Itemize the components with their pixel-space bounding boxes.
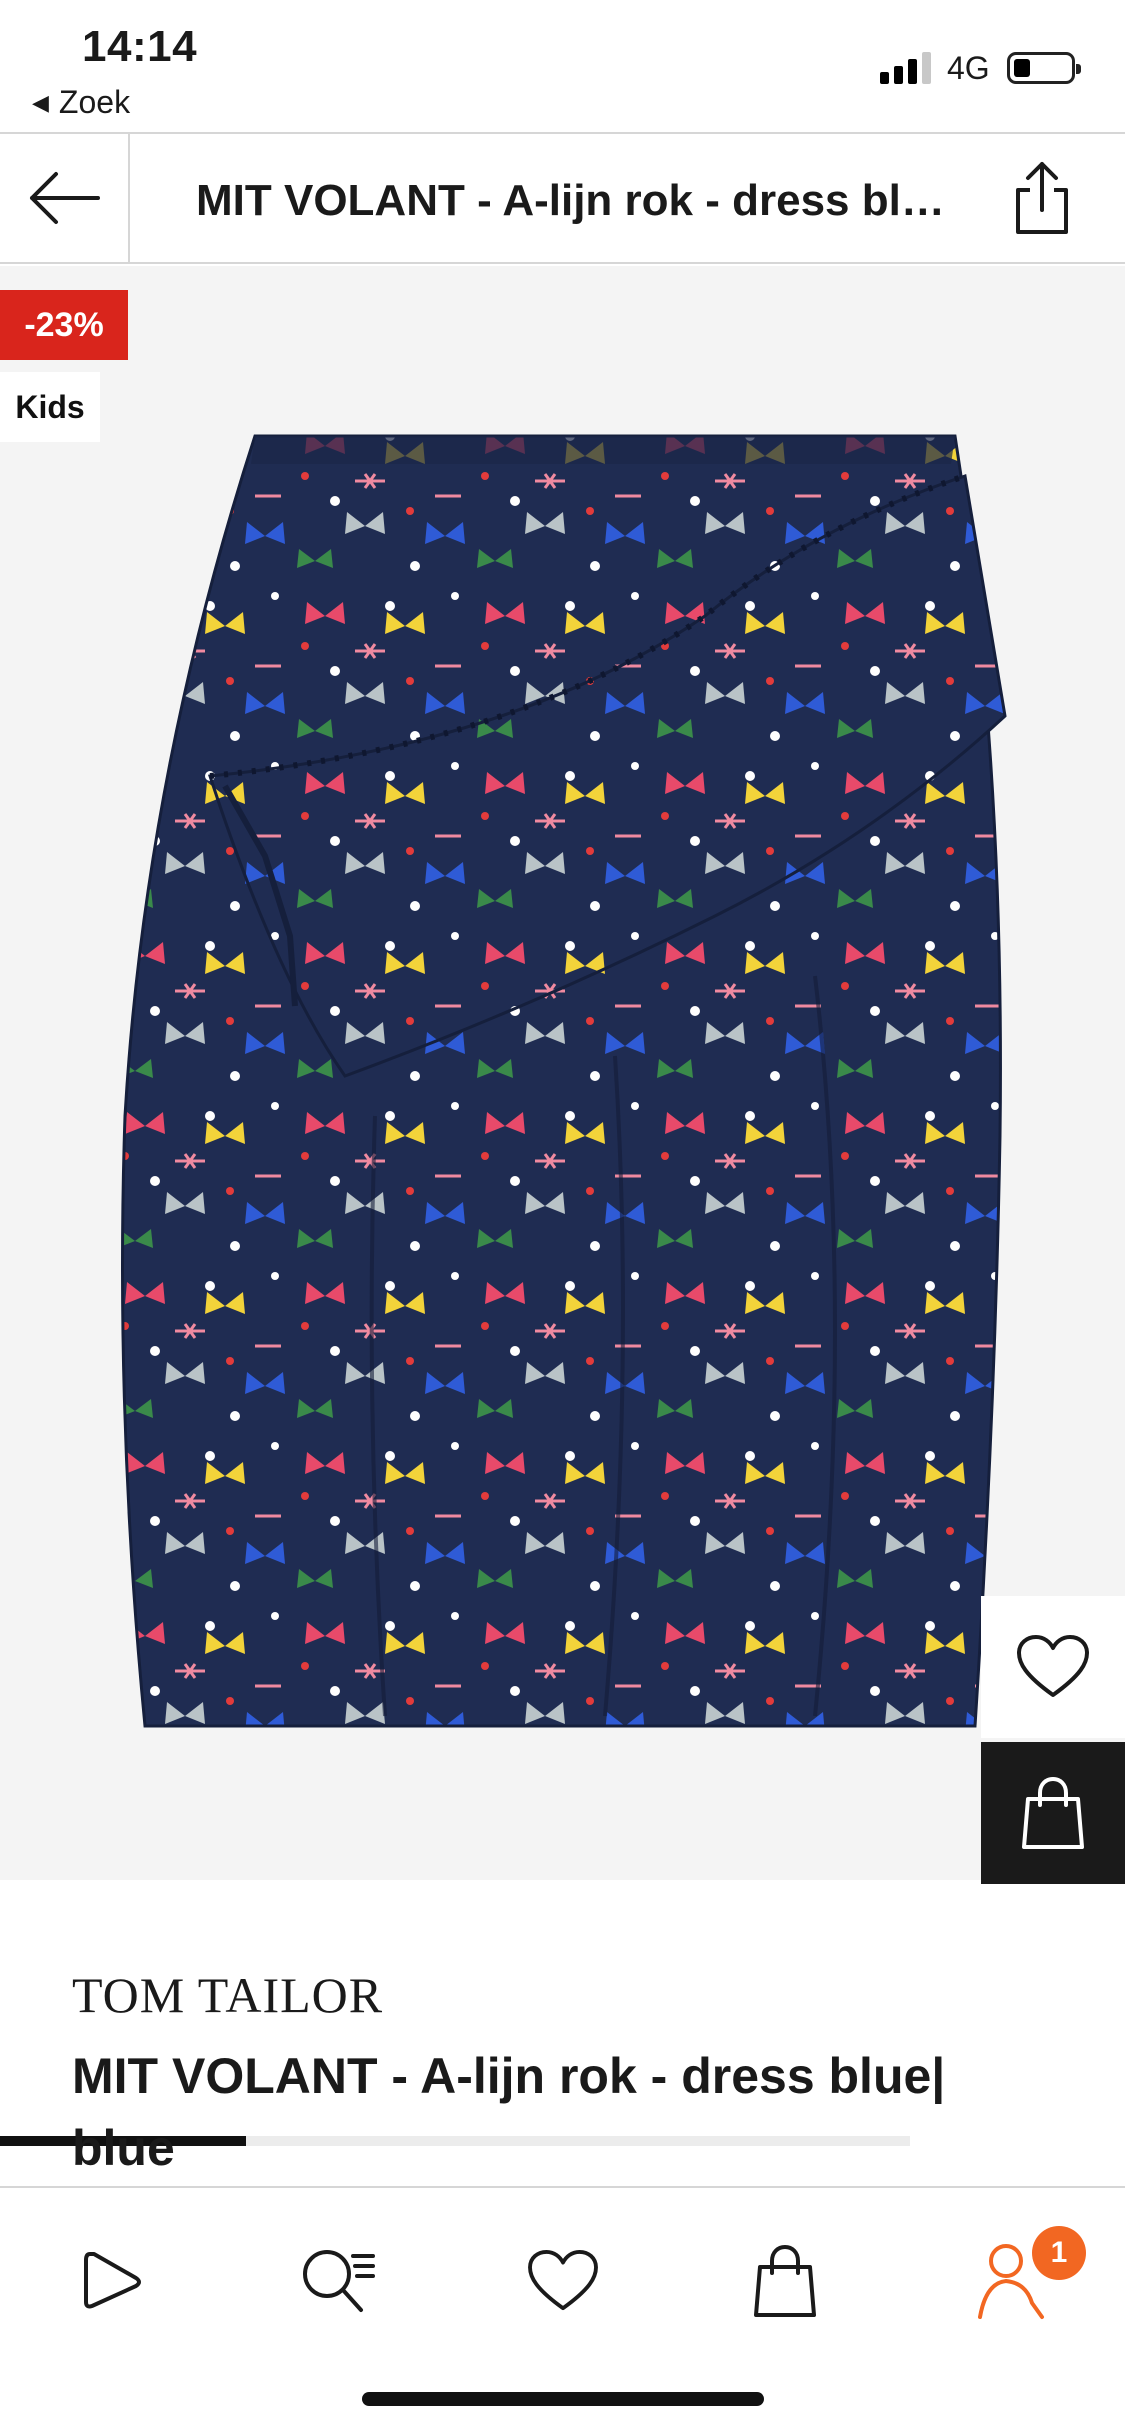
category-badge: Kids xyxy=(0,372,100,442)
account-notification-badge: 1 xyxy=(1032,2226,1086,2280)
back-to-app-link[interactable]: ◀ Zoek xyxy=(32,84,130,121)
arrow-left-icon xyxy=(30,172,100,224)
heart-icon xyxy=(1017,1635,1089,1697)
status-time: 14:14 xyxy=(82,22,198,71)
add-to-bag-button[interactable] xyxy=(981,1742,1125,1884)
page-title: MIT VOLANT - A-lijn rok - dress blue| bl… xyxy=(196,176,956,225)
tab-search[interactable] xyxy=(282,2226,392,2336)
home-indicator xyxy=(362,2392,764,2406)
back-button[interactable] xyxy=(0,134,130,262)
share-icon xyxy=(1016,162,1068,234)
back-to-app-label: Zoek xyxy=(58,84,131,120)
search-list-icon xyxy=(303,2250,375,2312)
tab-wishlist[interactable] xyxy=(508,2226,618,2336)
brand-name[interactable]: TOM TAILOR xyxy=(72,1966,383,2024)
back-triangle-icon: ◀ xyxy=(32,89,49,115)
shopping-bag-icon xyxy=(1022,1776,1084,1849)
battery-icon xyxy=(1007,52,1081,84)
product-header: MIT VOLANT - A-lijn rok - dress blue| bl… xyxy=(0,132,1125,264)
status-bar: 14:14 ◀ Zoek 4G xyxy=(0,0,1125,132)
signal-strength-icon xyxy=(880,52,934,84)
discount-badge: -23% xyxy=(0,290,128,360)
wishlist-button[interactable] xyxy=(981,1596,1125,1738)
home-play-icon xyxy=(84,2252,141,2309)
shopping-bag-icon xyxy=(754,2244,816,2317)
product-gallery[interactable]: -23% Kids xyxy=(0,266,1125,2146)
tab-home[interactable] xyxy=(56,2226,166,2336)
product-name: MIT VOLANT - A-lijn rok - dress blue| bl… xyxy=(72,2048,946,2176)
share-button[interactable] xyxy=(1010,160,1074,236)
product-image[interactable] xyxy=(115,416,1015,1746)
network-type: 4G xyxy=(947,50,990,86)
tab-bag[interactable] xyxy=(730,2226,840,2336)
heart-icon xyxy=(528,2249,598,2311)
